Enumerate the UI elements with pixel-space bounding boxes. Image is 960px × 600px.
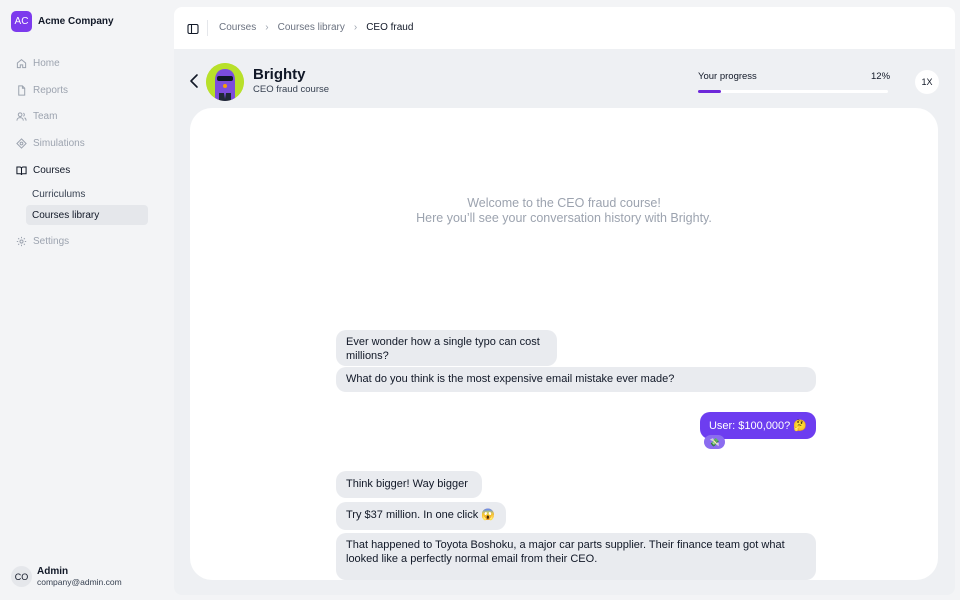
sidebar-item-label: Reports (33, 84, 69, 96)
sidebar-subitem-label: Courses library (32, 209, 100, 221)
avatar: CO (11, 566, 32, 587)
sidebar-item-reports[interactable]: Reports (10, 77, 148, 104)
reaction-badge[interactable]: 💸 (704, 435, 725, 449)
breadcrumb-item-courses[interactable]: Courses (219, 22, 256, 33)
welcome-line: Welcome to the CEO fraud course! (467, 196, 661, 210)
sidebar-subitem-courses-library[interactable]: Courses library (26, 205, 148, 226)
bot-name: Brighty (253, 66, 306, 83)
sidebar-subitem-curriculums[interactable]: Curriculums (10, 184, 148, 204)
top-bar: Courses › Courses library › CEO fraud (174, 7, 955, 49)
user-name: Admin (37, 566, 69, 577)
divider (207, 20, 208, 36)
user-profile[interactable]: CO Admin company@admin.com (11, 566, 122, 587)
sidebar-item-settings[interactable]: Settings (10, 228, 148, 255)
gear-icon (16, 236, 27, 247)
bot-avatar (206, 63, 244, 101)
progress-bar (698, 90, 888, 93)
sidebar-item-label: Courses (33, 164, 71, 176)
document-icon (16, 84, 27, 96)
company-name: Acme Company (38, 16, 114, 27)
workspace-switcher[interactable]: AC Acme Company (11, 11, 114, 32)
user-email: company@admin.com (37, 577, 122, 587)
breadcrumb-item-courses-library[interactable]: Courses library (278, 22, 345, 33)
chevron-right-icon: › (353, 22, 358, 33)
bot-message: What do you think is the most expensive … (336, 367, 816, 392)
bot-message: Try $37 million. In one click 😱 (336, 502, 506, 530)
breadcrumb: Courses › Courses library › CEO fraud (219, 22, 413, 33)
sidebar-toggle-icon[interactable] (187, 22, 199, 35)
welcome-line: Here you’ll see your conversation histor… (416, 211, 712, 225)
sidebar-item-label: Team (33, 111, 58, 123)
chevron-right-icon: › (265, 22, 269, 33)
company-logo: AC (11, 11, 32, 32)
users-icon (16, 111, 27, 122)
progress-bar-fill (698, 90, 721, 93)
playback-speed-button[interactable]: 1X (915, 70, 939, 94)
progress-label: Your progress (698, 71, 757, 82)
bot-message: Think bigger! Way bigger (336, 471, 482, 498)
main-panel: Courses › Courses library › CEO fraud Br… (174, 7, 955, 595)
sidebar-subitem-label: Curriculums (32, 188, 86, 200)
book-icon (16, 165, 27, 176)
course-subtitle: CEO fraud course (253, 84, 330, 95)
sidebar-nav: Home Reports Team Simulations Courses Cu… (10, 50, 148, 255)
sidebar-item-label: Settings (33, 236, 70, 248)
sidebar-item-label: Home (33, 57, 60, 69)
sidebar-item-simulations[interactable]: Simulations (10, 130, 148, 157)
sidebar-item-team[interactable]: Team (10, 103, 148, 130)
bot-message: Ever wonder how a single typo can cost m… (336, 330, 557, 366)
back-arrow-icon[interactable] (188, 73, 200, 89)
sidebar-item-courses[interactable]: Courses (10, 157, 148, 184)
sidebar: AC Acme Company Home Reports Team Simula… (0, 0, 174, 600)
breadcrumb-item-current: CEO fraud (366, 22, 414, 33)
bot-message: That happened to Toyota Boshoku, a major… (336, 533, 816, 580)
welcome-message: Welcome to the CEO fraud course! Here yo… (190, 196, 938, 226)
sidebar-item-home[interactable]: Home (10, 50, 148, 77)
sidebar-item-label: Simulations (33, 137, 85, 149)
progress-percent: 12% (871, 71, 891, 82)
chat-history[interactable]: Welcome to the CEO fraud course! Here yo… (190, 108, 938, 580)
home-icon (16, 58, 27, 69)
target-icon (16, 138, 27, 149)
